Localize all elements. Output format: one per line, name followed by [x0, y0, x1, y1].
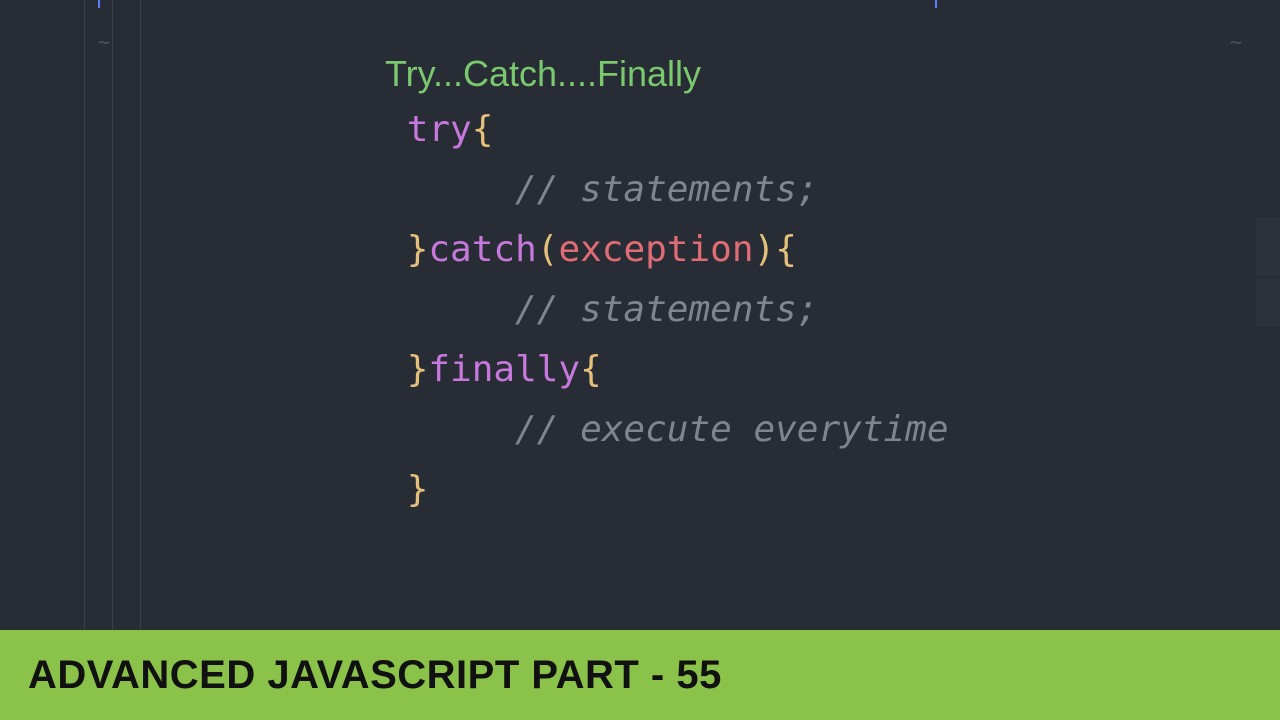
- keyword-try: try: [407, 109, 472, 150]
- title-banner: ADVANCED JAVASCRIPT PART - 55: [0, 630, 1280, 720]
- comment: // statements;: [515, 289, 818, 330]
- brace-close: }: [407, 469, 429, 510]
- code-line: try{: [385, 100, 1280, 160]
- code-editor: ~ ~ Try...Catch....Finally try{ // state…: [0, 0, 1280, 630]
- code-line: }catch(exception){: [385, 220, 1280, 280]
- paren-close: ): [754, 229, 776, 270]
- code-line: }finally{: [385, 340, 1280, 400]
- comment: // statements;: [515, 169, 818, 210]
- banner-title: ADVANCED JAVASCRIPT PART - 55: [28, 653, 722, 698]
- paren-open: (: [537, 229, 559, 270]
- comment: // execute everytime: [515, 409, 948, 450]
- brace-open: {: [472, 109, 494, 150]
- brace-open: {: [775, 229, 797, 270]
- code-line: // execute everytime: [385, 400, 1280, 460]
- parameter: exception: [558, 229, 753, 270]
- keyword-finally: finally: [428, 349, 580, 390]
- code-line: // statements;: [385, 160, 1280, 220]
- brace-open: {: [580, 349, 602, 390]
- section-title: Try...Catch....Finally: [385, 48, 1280, 100]
- brace-close: }: [407, 229, 429, 270]
- keyword-catch: catch: [428, 229, 536, 270]
- code-line: // statements;: [385, 280, 1280, 340]
- code-content[interactable]: Try...Catch....Finally try{ // statement…: [85, 0, 1280, 630]
- brace-close: }: [407, 349, 429, 390]
- code-line: }: [385, 460, 1280, 520]
- gutter: [0, 0, 85, 630]
